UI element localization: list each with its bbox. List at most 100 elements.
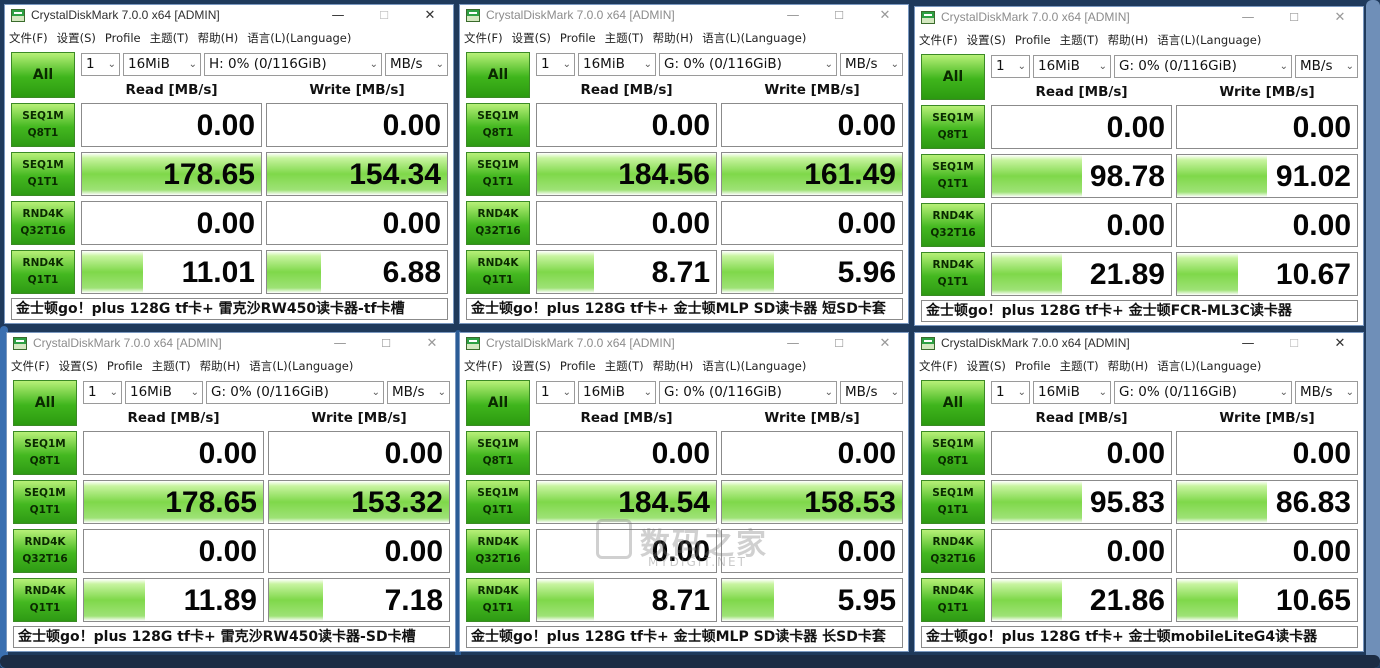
unit-select[interactable]: MB/s ⌄: [387, 381, 450, 404]
test-count-select[interactable]: 1 ⌄: [83, 381, 122, 404]
cdm-window-4[interactable]: CrystalDiskMark 7.0.0 x64 [ADMIN] — ☐ ✕ …: [6, 332, 456, 652]
menu-profile[interactable]: Profile: [101, 29, 146, 45]
menu-help[interactable]: 帮助(H): [649, 356, 699, 374]
test-button-4[interactable]: RND4K Q1T1: [13, 578, 77, 622]
all-button[interactable]: All: [921, 54, 985, 100]
menu-language[interactable]: 语言(L)(Language): [243, 28, 356, 46]
test-size-select[interactable]: 16MiB ⌄: [1033, 381, 1111, 404]
menu-settings[interactable]: 设置(S): [55, 356, 103, 374]
maximize-button[interactable]: ☐: [363, 333, 409, 355]
menu-file[interactable]: 文件(F): [460, 356, 508, 374]
menu-settings[interactable]: 设置(S): [508, 356, 556, 374]
cdm-window-1[interactable]: CrystalDiskMark 7.0.0 x64 [ADMIN] — ☐ ✕ …: [4, 4, 454, 324]
menu-language[interactable]: 语言(L)(Language): [1153, 30, 1266, 48]
menu-theme[interactable]: 主题(T): [148, 356, 196, 374]
unit-select[interactable]: MB/s ⌄: [1295, 55, 1358, 78]
menu-file[interactable]: 文件(F): [5, 28, 53, 46]
test-button-1[interactable]: SEQ1M Q8T1: [11, 103, 75, 147]
minimize-button[interactable]: —: [770, 5, 816, 27]
test-button-4[interactable]: RND4K Q1T1: [466, 250, 530, 294]
menu-file[interactable]: 文件(F): [7, 356, 55, 374]
test-button-3[interactable]: RND4K Q32T16: [466, 529, 530, 573]
drive-select[interactable]: G: 0% (0/116GiB) ⌄: [659, 381, 837, 404]
menu-language[interactable]: 语言(L)(Language): [245, 356, 358, 374]
test-button-2[interactable]: SEQ1M Q1T1: [921, 480, 985, 524]
unit-select[interactable]: MB/s ⌄: [840, 53, 903, 76]
comment-field[interactable]: 金士顿go！plus 128G tf卡+ 金士顿MLP SD读卡器 长SD卡套: [466, 626, 903, 648]
menu-language[interactable]: 语言(L)(Language): [1153, 356, 1266, 374]
test-button-4[interactable]: RND4K Q1T1: [921, 252, 985, 296]
all-button[interactable]: All: [466, 380, 530, 426]
cdm-window-6[interactable]: CrystalDiskMark 7.0.0 x64 [ADMIN] — ☐ ✕ …: [914, 332, 1364, 652]
test-button-3[interactable]: RND4K Q32T16: [13, 529, 77, 573]
menu-file[interactable]: 文件(F): [915, 356, 963, 374]
drive-select[interactable]: G: 0% (0/116GiB) ⌄: [659, 53, 837, 76]
test-button-4[interactable]: RND4K Q1T1: [466, 578, 530, 622]
test-button-2[interactable]: SEQ1M Q1T1: [466, 152, 530, 196]
comment-field[interactable]: 金士顿go！plus 128G tf卡+ 金士顿mobileLiteG4读卡器: [921, 626, 1358, 648]
minimize-button[interactable]: —: [770, 333, 816, 355]
test-count-select[interactable]: 1 ⌄: [991, 381, 1030, 404]
close-button[interactable]: ✕: [862, 333, 908, 355]
menu-profile[interactable]: Profile: [1011, 31, 1056, 47]
title-bar[interactable]: CrystalDiskMark 7.0.0 x64 [ADMIN] — ☐ ✕: [915, 7, 1363, 29]
maximize-button[interactable]: ☐: [816, 333, 862, 355]
menu-theme[interactable]: 主题(T): [146, 28, 194, 46]
cdm-window-3[interactable]: CrystalDiskMark 7.0.0 x64 [ADMIN] — ☐ ✕ …: [914, 6, 1364, 326]
all-button[interactable]: All: [13, 380, 77, 426]
maximize-button[interactable]: ☐: [1271, 7, 1317, 29]
test-button-3[interactable]: RND4K Q32T16: [921, 529, 985, 573]
all-button[interactable]: All: [11, 52, 75, 98]
test-button-1[interactable]: SEQ1M Q8T1: [921, 105, 985, 149]
minimize-button[interactable]: —: [317, 333, 363, 355]
menu-settings[interactable]: 设置(S): [508, 28, 556, 46]
test-button-1[interactable]: SEQ1M Q8T1: [13, 431, 77, 475]
test-button-4[interactable]: RND4K Q1T1: [921, 578, 985, 622]
test-size-select[interactable]: 16MiB ⌄: [1033, 55, 1111, 78]
test-button-3[interactable]: RND4K Q32T16: [11, 201, 75, 245]
menu-help[interactable]: 帮助(H): [194, 28, 244, 46]
menu-help[interactable]: 帮助(H): [1104, 356, 1154, 374]
menu-profile[interactable]: Profile: [103, 357, 148, 373]
close-button[interactable]: ✕: [407, 5, 453, 27]
minimize-button[interactable]: —: [1225, 333, 1271, 355]
unit-select[interactable]: MB/s ⌄: [1295, 381, 1358, 404]
test-button-2[interactable]: SEQ1M Q1T1: [13, 480, 77, 524]
comment-field[interactable]: 金士顿go！plus 128G tf卡+ 雷克沙RW450读卡器-SD卡槽: [13, 626, 450, 648]
close-button[interactable]: ✕: [1317, 333, 1363, 355]
test-size-select[interactable]: 16MiB ⌄: [125, 381, 203, 404]
minimize-button[interactable]: —: [1225, 7, 1271, 29]
unit-select[interactable]: MB/s ⌄: [385, 53, 448, 76]
comment-field[interactable]: 金士顿go！plus 128G tf卡+ 金士顿MLP SD读卡器 短SD卡套: [466, 298, 903, 320]
comment-field[interactable]: 金士顿go！plus 128G tf卡+ 雷克沙RW450读卡器-tf卡槽: [11, 298, 448, 320]
close-button[interactable]: ✕: [1317, 7, 1363, 29]
test-size-select[interactable]: 16MiB ⌄: [123, 53, 201, 76]
menu-settings[interactable]: 设置(S): [53, 28, 101, 46]
test-button-1[interactable]: SEQ1M Q8T1: [921, 431, 985, 475]
menu-file[interactable]: 文件(F): [460, 28, 508, 46]
test-count-select[interactable]: 1 ⌄: [536, 53, 575, 76]
test-count-select[interactable]: 1 ⌄: [536, 381, 575, 404]
test-button-1[interactable]: SEQ1M Q8T1: [466, 103, 530, 147]
test-button-4[interactable]: RND4K Q1T1: [11, 250, 75, 294]
minimize-button[interactable]: —: [315, 5, 361, 27]
close-button[interactable]: ✕: [409, 333, 455, 355]
test-button-2[interactable]: SEQ1M Q1T1: [11, 152, 75, 196]
drive-select[interactable]: H: 0% (0/116GiB) ⌄: [204, 53, 382, 76]
title-bar[interactable]: CrystalDiskMark 7.0.0 x64 [ADMIN] — ☐ ✕: [5, 5, 453, 27]
all-button[interactable]: All: [921, 380, 985, 426]
menu-language[interactable]: 语言(L)(Language): [698, 28, 811, 46]
menu-help[interactable]: 帮助(H): [649, 28, 699, 46]
drive-select[interactable]: G: 0% (0/116GiB) ⌄: [1114, 55, 1292, 78]
title-bar[interactable]: CrystalDiskMark 7.0.0 x64 [ADMIN] — ☐ ✕: [460, 333, 908, 355]
title-bar[interactable]: CrystalDiskMark 7.0.0 x64 [ADMIN] — ☐ ✕: [460, 5, 908, 27]
menu-help[interactable]: 帮助(H): [196, 356, 246, 374]
comment-field[interactable]: 金士顿go！plus 128G tf卡+ 金士顿FCR-ML3C读卡器: [921, 300, 1358, 322]
title-bar[interactable]: CrystalDiskMark 7.0.0 x64 [ADMIN] — ☐ ✕: [7, 333, 455, 355]
test-count-select[interactable]: 1 ⌄: [81, 53, 120, 76]
test-button-3[interactable]: RND4K Q32T16: [921, 203, 985, 247]
cdm-window-5[interactable]: CrystalDiskMark 7.0.0 x64 [ADMIN] — ☐ ✕ …: [459, 332, 909, 652]
menu-language[interactable]: 语言(L)(Language): [698, 356, 811, 374]
menu-theme[interactable]: 主题(T): [601, 356, 649, 374]
title-bar[interactable]: CrystalDiskMark 7.0.0 x64 [ADMIN] — ☐ ✕: [915, 333, 1363, 355]
